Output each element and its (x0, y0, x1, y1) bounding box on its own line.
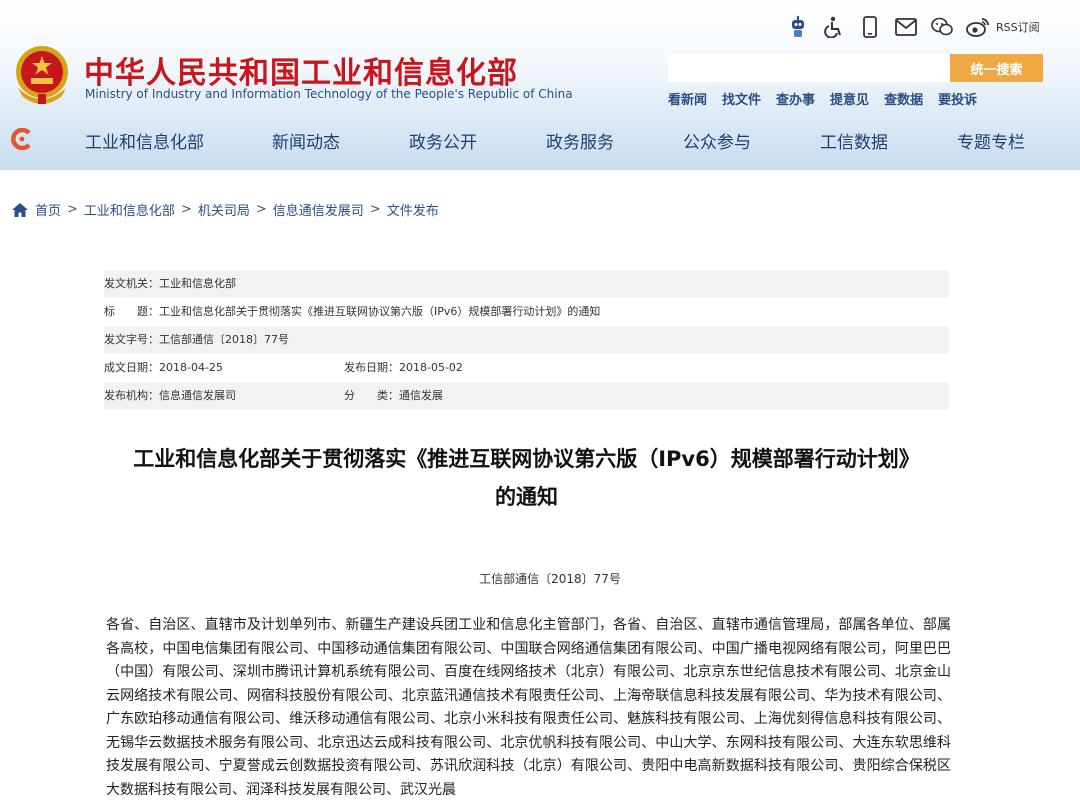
mobile-icon[interactable] (858, 15, 882, 39)
meta-created-value: 2018-04-25 (159, 361, 223, 374)
search-input[interactable] (668, 54, 950, 82)
document-title-line-1: 工业和信息化部关于贯彻落实《推进互联网协议第六版（IPv6）规模部署行动计划》 (133, 447, 920, 471)
nav-item-services[interactable]: 政务服务 (546, 128, 614, 154)
meta-issuer-label: 发文机关： (104, 277, 159, 290)
meta-title-value: 工业和信息化部关于贯彻落实《推进互联网协议第六版（IPv6）规模部署行动计划》的… (159, 305, 601, 318)
meta-title-label: 标 题： (104, 305, 159, 318)
nav-item-open-affairs[interactable]: 政务公开 (409, 128, 477, 154)
rss-link[interactable]: RSS订阅 (996, 19, 1040, 35)
nav-item-topics[interactable]: 专题专栏 (957, 128, 1025, 154)
accessibility-icon[interactable] (822, 15, 846, 39)
breadcrumb-separator: > (369, 202, 381, 217)
breadcrumb-separator: > (255, 202, 267, 217)
nav-item-news[interactable]: 新闻动态 (272, 128, 340, 154)
document-title: 工业和信息化部关于贯彻落实《推进互联网协议第六版（IPv6）规模部署行动计划》 … (104, 440, 949, 516)
meta-created-label: 成文日期： (104, 361, 159, 374)
nav-item-data[interactable]: 工信数据 (820, 128, 888, 154)
national-emblem-icon[interactable] (12, 44, 72, 106)
quick-link-complaint[interactable]: 要投诉 (938, 89, 977, 108)
document-meta-table: 发文机关： 工业和信息化部 标 题： 工业和信息化部关于贯彻落实《推进互联网协议… (104, 270, 949, 410)
home-icon[interactable] (12, 202, 28, 217)
nav-item-ministry[interactable]: 工业和信息化部 (85, 128, 204, 154)
ministry-logo-icon[interactable] (11, 128, 33, 150)
meta-agency-value: 信息通信发展司 (159, 389, 236, 402)
breadcrumb-ict-dept[interactable]: 信息通信发展司 (273, 200, 364, 219)
meta-row-issuer: 发文机关： 工业和信息化部 (104, 270, 949, 298)
meta-category-label: 分 类： (344, 389, 399, 402)
breadcrumb-home[interactable]: 首页 (35, 200, 61, 219)
meta-issuer-value: 工业和信息化部 (159, 277, 236, 290)
quick-link-news[interactable]: 看新闻 (668, 89, 707, 108)
document-title-line-2: 的通知 (495, 485, 558, 509)
quick-link-suggest[interactable]: 提意见 (830, 89, 869, 108)
breadcrumb-file-release[interactable]: 文件发布 (387, 200, 439, 219)
quick-link-data[interactable]: 查数据 (884, 89, 923, 108)
site-title[interactable]: 中华人民共和国工业和信息化部 (84, 48, 518, 92)
meta-agency-label: 发布机构： (104, 389, 159, 402)
site-subtitle: Ministry of Industry and Information Tec… (85, 87, 573, 101)
meta-published-value: 2018-05-02 (399, 361, 463, 374)
meta-row-title: 标 题： 工业和信息化部关于贯彻落实《推进互联网协议第六版（IPv6）规模部署行… (104, 298, 949, 326)
top-utility-bar: RSS订阅 (786, 12, 1040, 42)
meta-row-number: 发文字号： 工信部通信〔2018〕77号 (104, 326, 949, 354)
breadcrumb-separator: > (67, 202, 78, 217)
meta-row-agency: 发布机构： 信息通信发展司 分 类： 通信发展 (104, 382, 949, 410)
document-body: 各省、自治区、直辖市及计划单列市、新疆生产建设兵团工业和信息化主管部门，各省、自… (106, 617, 951, 798)
nav-item-participation[interactable]: 公众参与 (683, 128, 751, 154)
meta-row-dates: 成文日期： 2018-04-25 发布日期： 2018-05-02 (104, 354, 949, 382)
quick-link-services[interactable]: 查办事 (776, 89, 815, 108)
quick-link-files[interactable]: 找文件 (722, 89, 761, 108)
search-button[interactable]: 统一搜索 (950, 54, 1043, 82)
meta-number-value: 工信部通信〔2018〕77号 (159, 333, 289, 346)
breadcrumb-ministry[interactable]: 工业和信息化部 (84, 200, 175, 219)
mail-icon[interactable] (894, 15, 918, 39)
robot-icon[interactable] (786, 15, 810, 39)
breadcrumb: 首页 > 工业和信息化部 > 机关司局 > 信息通信发展司 > 文件发布 (12, 200, 439, 219)
main-nav: 工业和信息化部 新闻动态 政务公开 政务服务 公众参与 工信数据 专题专栏 (60, 128, 1080, 154)
meta-published-label: 发布日期： (344, 361, 399, 374)
meta-category-value: 通信发展 (399, 389, 443, 402)
weibo-icon[interactable] (966, 15, 990, 39)
breadcrumb-departments[interactable]: 机关司局 (198, 200, 250, 219)
meta-number-label: 发文字号： (104, 333, 159, 346)
breadcrumb-separator: > (180, 202, 192, 217)
wechat-icon[interactable] (930, 15, 954, 39)
site-header: 中华人民共和国工业和信息化部 Ministry of Industry and … (0, 0, 1080, 170)
quick-links: 看新闻 找文件 查办事 提意见 查数据 要投诉 (668, 89, 992, 108)
document-number: 工信部通信〔2018〕77号 (479, 572, 621, 586)
